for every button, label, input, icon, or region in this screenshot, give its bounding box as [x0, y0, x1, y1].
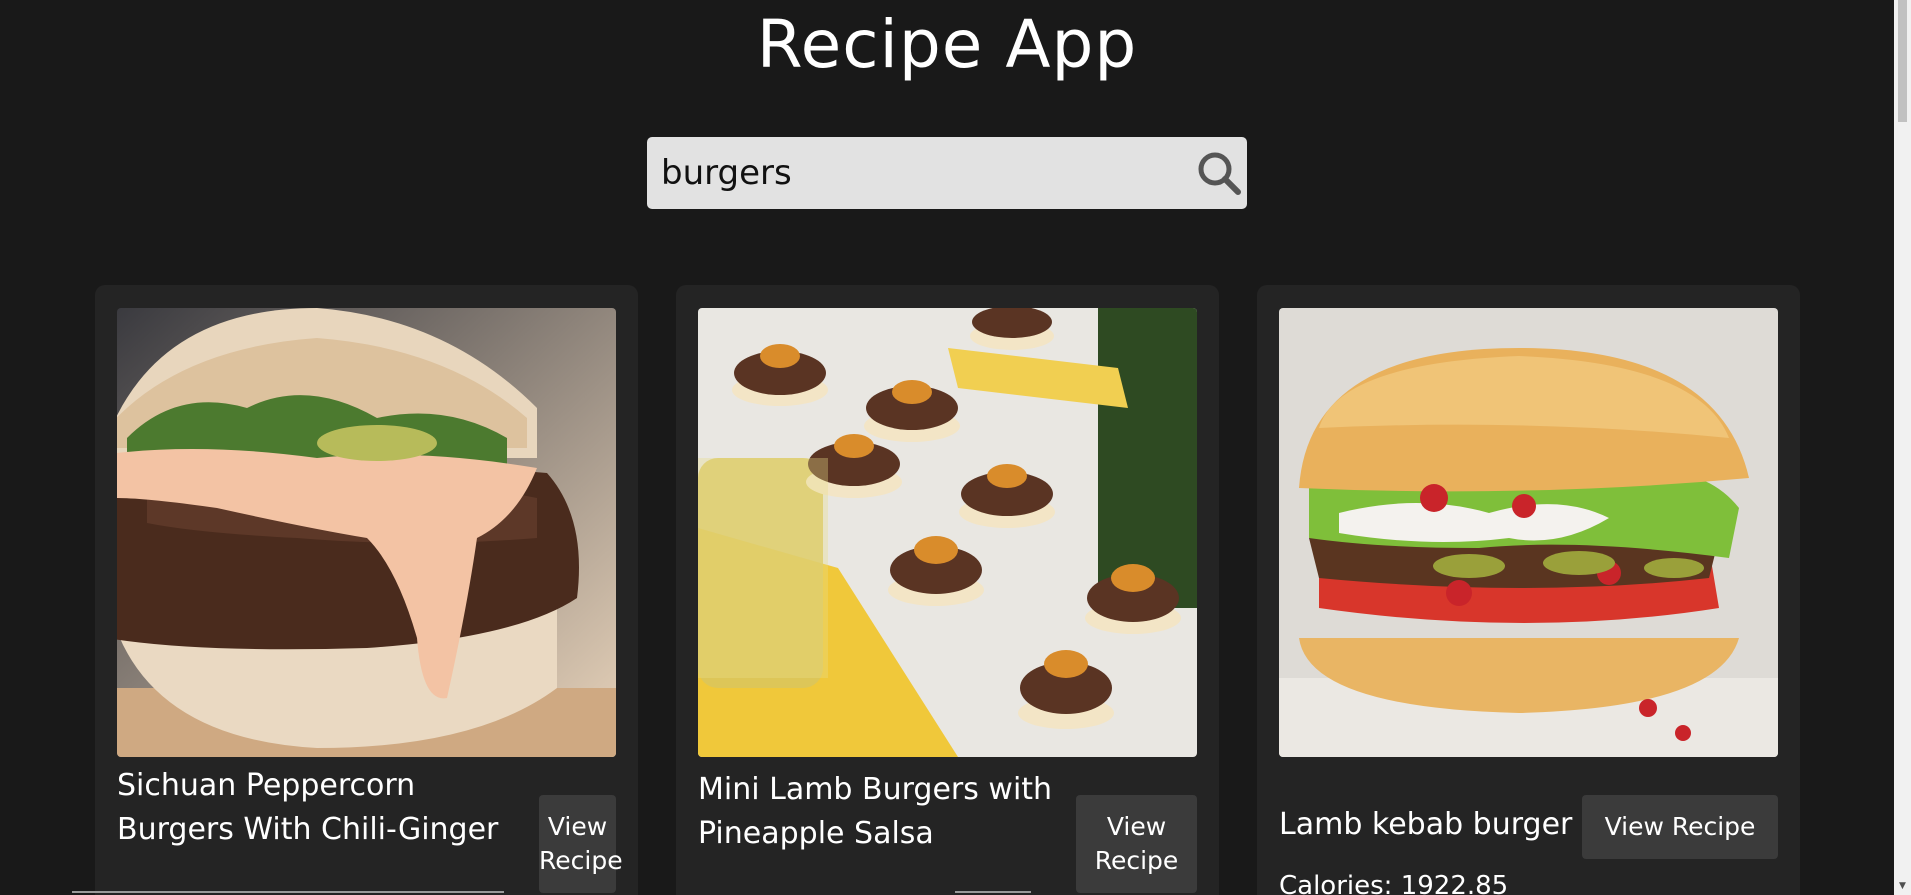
view-recipe-label: Recipe: [1094, 846, 1179, 875]
view-recipe-button[interactable]: View Recipe: [1582, 795, 1778, 859]
recipe-title-line: Burgers With Chili-Ginger: [117, 812, 499, 847]
view-recipe-label: Recipe: [539, 846, 623, 875]
view-recipe-label: View: [547, 812, 608, 841]
view-recipe-label: View: [1106, 812, 1167, 841]
page-title: Recipe App: [756, 6, 1138, 83]
recipe-title: Sichuan Peppercorn Burgers With Chili-Gi…: [117, 764, 498, 852]
calories-label: Calories: 1922.85: [1279, 871, 1509, 895]
recipe-image-sichuan-burger: [117, 308, 616, 757]
recipe-title: Mini Lamb Burgers with Pineapple Salsa: [698, 768, 1052, 856]
horizontal-divider: [72, 891, 504, 893]
recipe-card: Mini Lamb Burgers with Pineapple Salsa V…: [676, 285, 1219, 895]
view-recipe-button[interactable]: View Recipe: [539, 795, 623, 893]
search-input[interactable]: [661, 137, 1161, 209]
scrollbar-thumb[interactable]: [1898, 0, 1907, 122]
recipe-title-line: Pineapple Salsa: [698, 816, 934, 851]
recipe-title: Lamb kebab burger: [1279, 803, 1572, 847]
recipe-image-lamb-kebab-burger: [1279, 308, 1778, 757]
recipe-card: Lamb kebab burger View Recipe Calories: …: [1257, 285, 1800, 895]
search-bar: [647, 137, 1247, 209]
search-icon[interactable]: [1195, 149, 1243, 197]
recipe-card: Sichuan Peppercorn Burgers With Chili-Gi…: [95, 285, 638, 895]
vertical-scrollbar[interactable]: ▼: [1894, 0, 1911, 895]
view-recipe-button[interactable]: View Recipe: [1076, 795, 1197, 893]
recipe-image-mini-lamb-burgers: [698, 308, 1197, 757]
recipe-title-line: Mini Lamb Burgers with: [698, 772, 1053, 807]
horizontal-divider: [955, 891, 1031, 893]
recipe-app: Recipe App S: [0, 0, 1911, 895]
scroll-down-arrow-icon[interactable]: ▼: [1894, 878, 1911, 895]
recipe-title-line: Lamb kebab burger: [1279, 807, 1573, 842]
recipe-title-line: Sichuan Peppercorn: [117, 768, 416, 803]
